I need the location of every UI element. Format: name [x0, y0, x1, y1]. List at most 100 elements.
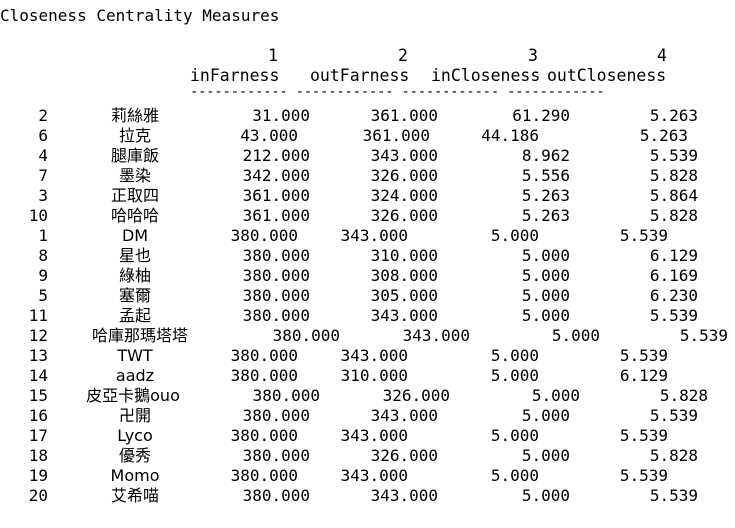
cell-infarness: 380.000 [272, 326, 340, 345]
cell-infarness: 380.000 [242, 246, 310, 265]
cell-outfarness: 343.000 [370, 146, 438, 165]
cell-outfarness: 343.000 [340, 346, 408, 365]
cell-infarness: 361.000 [242, 186, 310, 205]
cell-infarness: 43.000 [240, 126, 298, 145]
cell-outcloseness: 6.129 [649, 246, 698, 265]
row-id: 8 [38, 246, 48, 265]
row-name: 卍開 [118, 406, 152, 425]
row-id: 14 [28, 366, 48, 385]
row-name: 優秀 [118, 446, 152, 465]
row-name: 莉絲雅 [110, 106, 160, 125]
row-name: 皮亞卡鵝ouo [86, 386, 180, 405]
cell-outfarness: 324.000 [370, 186, 438, 205]
cell-incloseness: 5.263 [521, 186, 570, 205]
col-number-1: 1 [268, 46, 278, 65]
cell-outfarness: 361.000 [362, 126, 430, 145]
row-id: 16 [28, 406, 48, 425]
cell-infarness: 342.000 [242, 166, 310, 185]
cell-incloseness: 61.290 [512, 106, 570, 125]
cell-outfarness: 343.000 [370, 306, 438, 325]
cell-infarness: 380.000 [242, 266, 310, 285]
col-number-2: 2 [398, 46, 408, 65]
row-id: 18 [28, 446, 48, 465]
row-name: 哈哈哈 [110, 206, 160, 225]
cell-incloseness: 5.000 [521, 266, 570, 285]
row-id: 13 [28, 346, 48, 365]
row-name: Lyco [117, 426, 153, 445]
cell-outfarness: 343.000 [340, 466, 408, 485]
row-id: 9 [38, 266, 48, 285]
row-name: Momo [110, 466, 160, 485]
row-name: DM [121, 226, 149, 245]
cell-outfarness: 310.000 [370, 246, 438, 265]
row-name: 墨染 [118, 166, 152, 185]
row-id: 6 [38, 126, 48, 145]
cell-outfarness: 343.000 [370, 406, 438, 425]
cell-outcloseness: 6.129 [619, 366, 668, 385]
cell-incloseness: 5.000 [521, 486, 570, 505]
cell-infarness: 380.000 [242, 446, 310, 465]
cell-incloseness: 5.000 [531, 386, 580, 405]
cell-outcloseness: 5.828 [649, 166, 698, 185]
cell-incloseness: 5.556 [521, 166, 570, 185]
cell-incloseness: 5.000 [490, 366, 539, 385]
row-id: 12 [28, 326, 48, 345]
cell-outcloseness: 6.230 [649, 286, 698, 305]
row-id: 7 [38, 166, 48, 185]
cell-incloseness: 5.000 [490, 426, 539, 445]
col-number-3: 3 [528, 46, 538, 65]
cell-outfarness: 308.000 [370, 266, 438, 285]
cell-outcloseness: 6.169 [649, 266, 698, 285]
row-name: 塞爾 [118, 286, 152, 305]
row-name: 腿庫飯 [110, 146, 160, 165]
row-name: 艾希喵 [110, 486, 160, 505]
cell-outcloseness: 5.539 [649, 406, 698, 425]
cell-outfarness: 326.000 [370, 446, 438, 465]
cell-infarness: 380.000 [230, 346, 298, 365]
row-name: TWT [117, 346, 153, 365]
cell-incloseness: 5.263 [521, 206, 570, 225]
row-id: 17 [28, 426, 48, 445]
cell-incloseness: 44.186 [481, 126, 539, 145]
cell-outcloseness: 5.539 [619, 226, 668, 245]
cell-infarness: 380.000 [242, 306, 310, 325]
cell-incloseness: 5.000 [490, 466, 539, 485]
cell-incloseness: 5.000 [551, 326, 600, 345]
row-name: aadz [115, 366, 155, 385]
row-id: 3 [38, 186, 48, 205]
cell-outfarness: 343.000 [370, 486, 438, 505]
cell-outcloseness: 5.539 [619, 426, 668, 445]
cell-incloseness: 5.000 [521, 406, 570, 425]
row-id: 15 [28, 386, 48, 405]
cell-outcloseness: 5.539 [679, 326, 728, 345]
cell-outcloseness: 5.828 [649, 446, 698, 465]
cell-infarness: 380.000 [230, 466, 298, 485]
cell-outcloseness: 5.864 [649, 186, 698, 205]
row-id: 10 [28, 206, 48, 225]
cell-outcloseness: 5.263 [649, 106, 698, 125]
cell-infarness: 380.000 [230, 226, 298, 245]
row-name: 正取四 [110, 186, 160, 205]
cell-incloseness: 8.962 [521, 146, 570, 165]
cell-infarness: 361.000 [242, 206, 310, 225]
cell-outfarness: 343.000 [340, 426, 408, 445]
row-name: 哈庫那瑪塔塔 [91, 326, 189, 345]
cell-infarness: 380.000 [252, 386, 320, 405]
col-number-4: 4 [657, 46, 667, 65]
cell-outfarness: 361.000 [370, 106, 438, 125]
cell-infarness: 380.000 [230, 426, 298, 445]
row-name: 星也 [118, 246, 152, 265]
cell-infarness: 380.000 [230, 366, 298, 385]
cell-incloseness: 5.000 [521, 446, 570, 465]
cell-outfarness: 326.000 [370, 166, 438, 185]
row-id: 5 [38, 286, 48, 305]
row-id: 11 [28, 306, 48, 325]
cell-outfarness: 326.000 [370, 206, 438, 225]
cell-incloseness: 5.000 [521, 246, 570, 265]
cell-incloseness: 5.000 [490, 226, 539, 245]
cell-outcloseness: 5.828 [649, 206, 698, 225]
row-id: 19 [28, 466, 48, 485]
cell-infarness: 212.000 [242, 146, 310, 165]
cell-outfarness: 326.000 [382, 386, 450, 405]
cell-infarness: 31.000 [252, 106, 310, 125]
